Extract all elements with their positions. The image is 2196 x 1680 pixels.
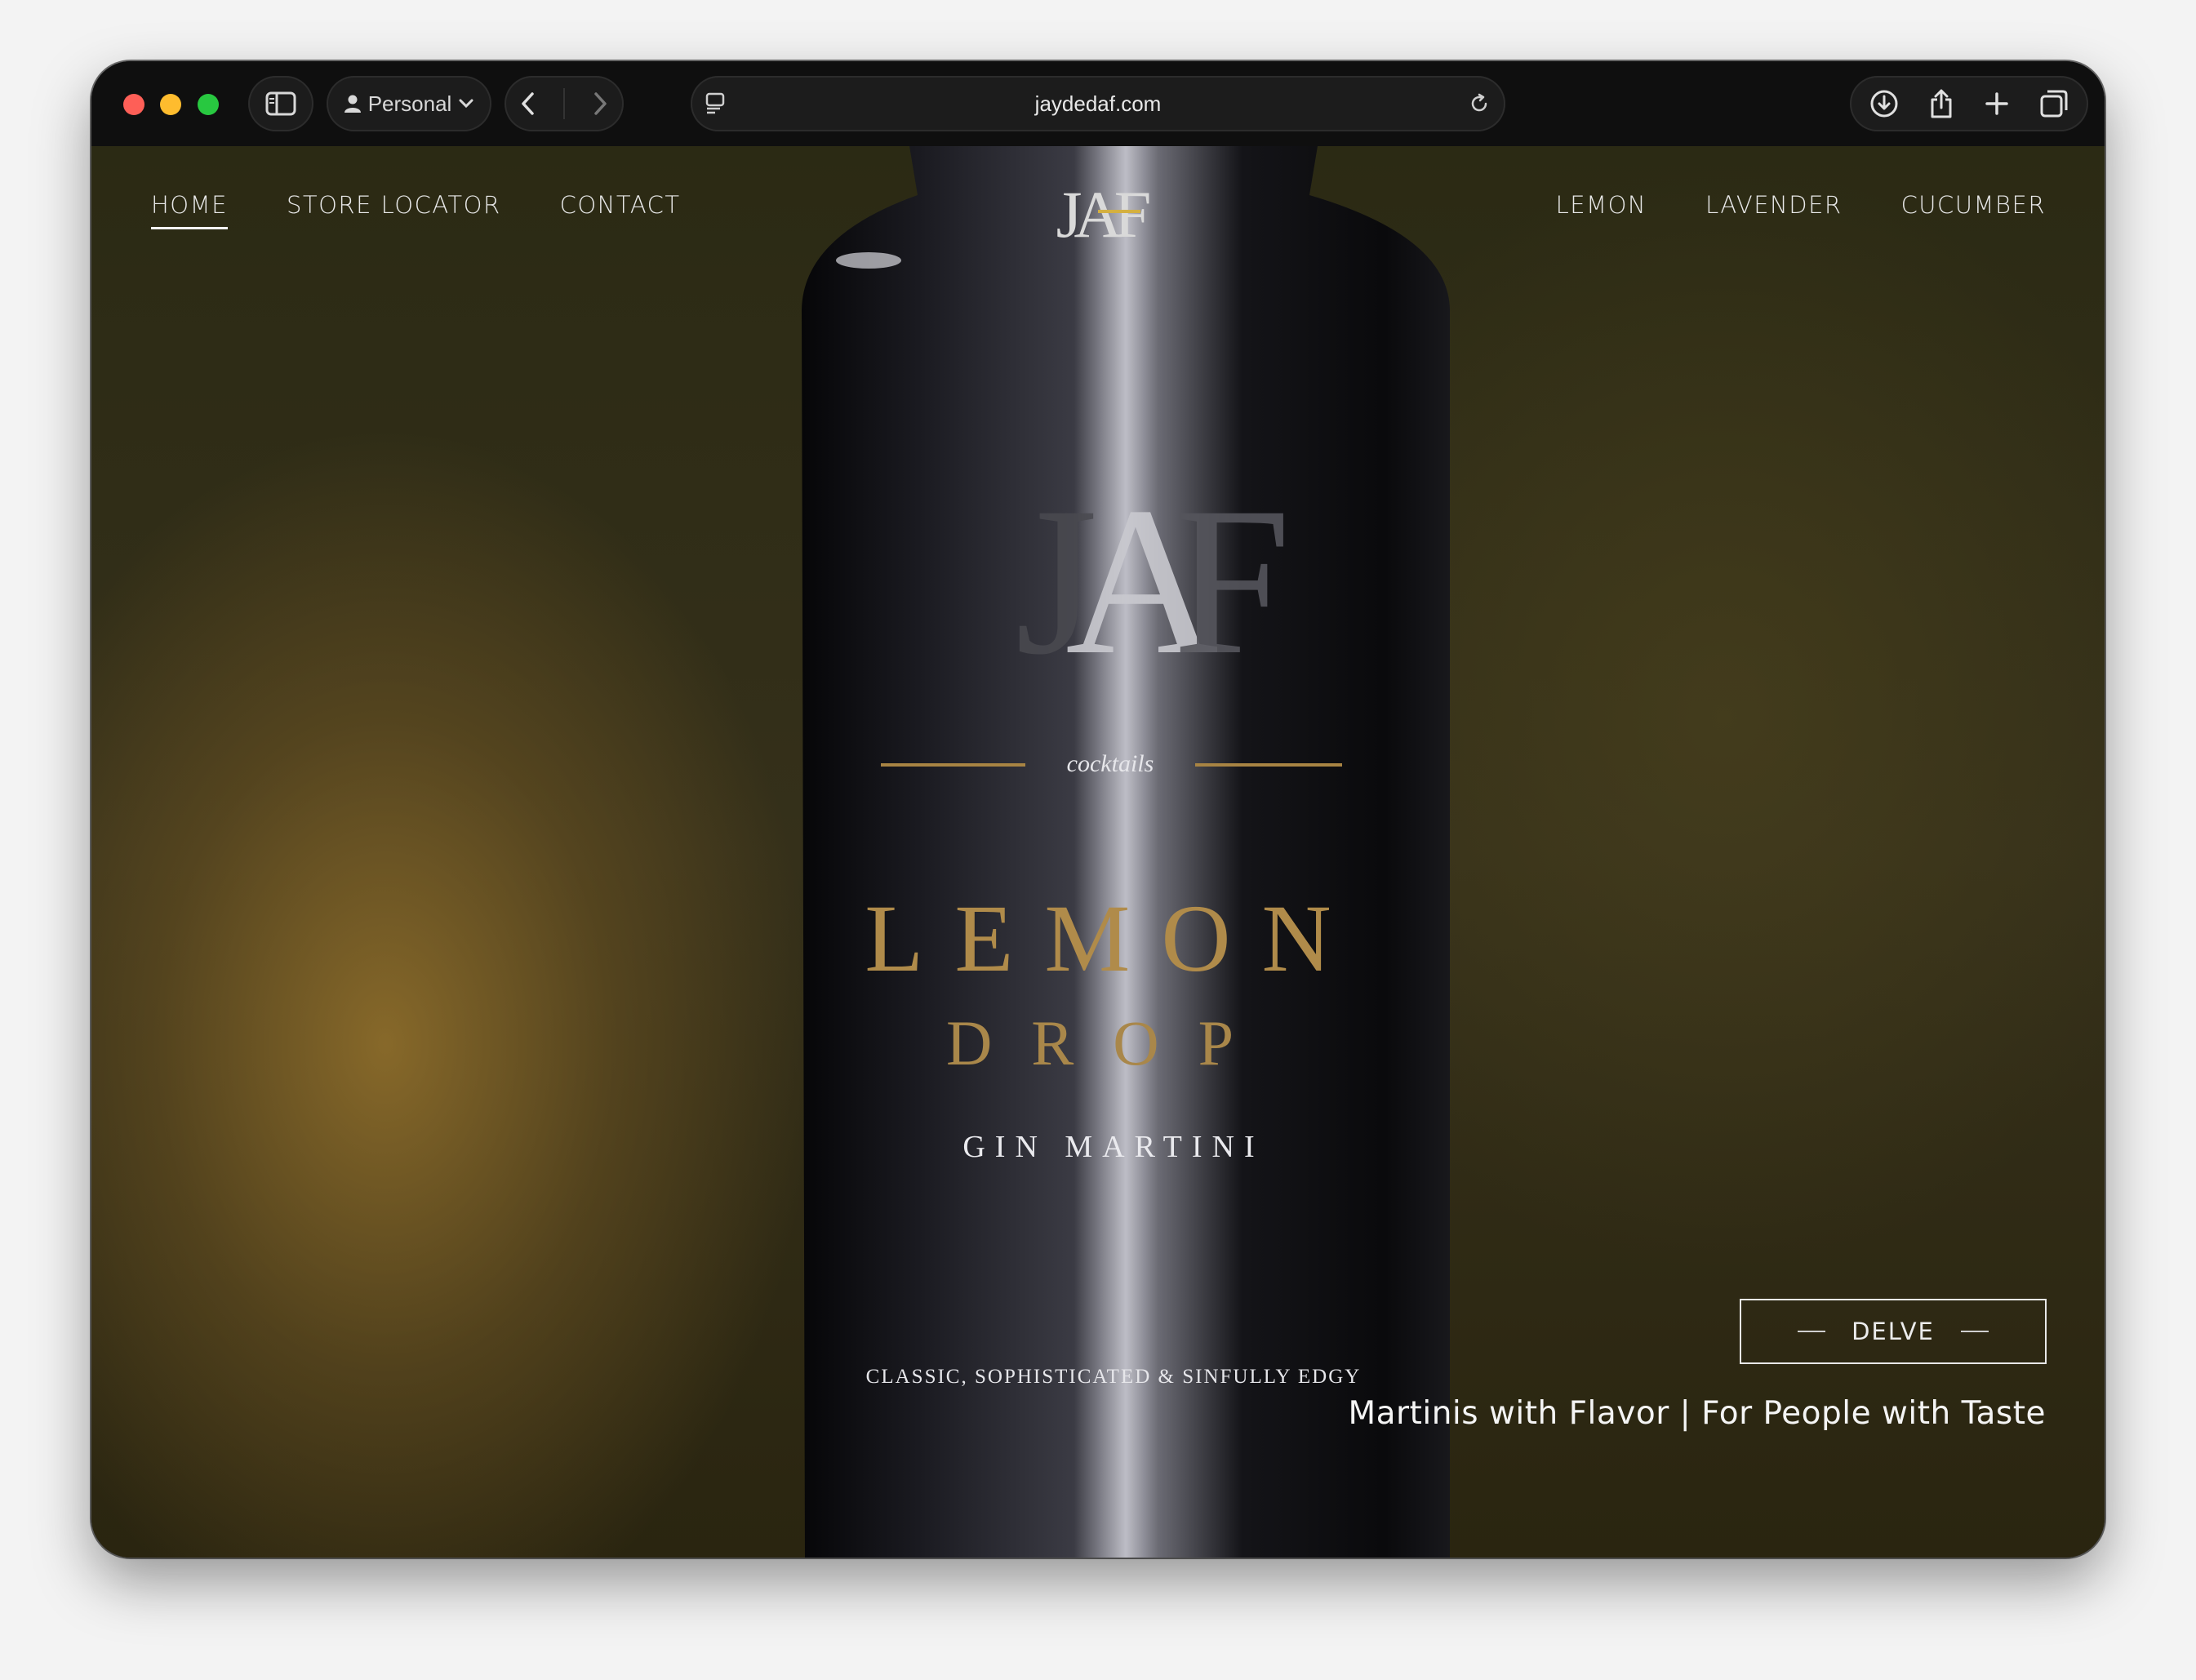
minimize-window-button[interactable] xyxy=(160,94,181,115)
dash-left xyxy=(1798,1331,1826,1332)
sidebar-toggle-button[interactable] xyxy=(248,76,313,131)
plus-icon[interactable] xyxy=(1984,91,2010,117)
nav-divider xyxy=(563,88,565,119)
hero-tagline: Martinis with Flavor | For People with T… xyxy=(1348,1395,2046,1432)
person-icon xyxy=(344,95,361,113)
primary-nav: HOME STORE LOCATOR CONTACT xyxy=(151,191,681,229)
nav-link-cucumber[interactable]: CUCUMBER xyxy=(1901,191,2046,219)
sidebar-icon xyxy=(265,91,296,116)
url-text: jaydedaf.com xyxy=(1034,91,1162,116)
dash-right xyxy=(1960,1331,1989,1332)
svg-text:LEMON: LEMON xyxy=(865,885,1362,992)
nav-link-lemon[interactable]: LEMON xyxy=(1556,191,1647,219)
profile-label: Personal xyxy=(367,91,452,116)
product-bottle-image: J A F cocktails LEMON DROP GIN MARTINI C… xyxy=(802,146,1450,1558)
svg-text:F: F xyxy=(1173,464,1291,699)
close-window-button[interactable] xyxy=(123,94,144,115)
hero-section: J A F cocktails LEMON DROP GIN MARTINI C… xyxy=(91,146,2105,1558)
profile-button[interactable]: Personal xyxy=(327,76,491,131)
address-bar[interactable]: jaydedaf.com xyxy=(691,76,1505,131)
nav-link-contact[interactable]: CONTACT xyxy=(560,191,681,229)
nav-link-home[interactable]: HOME xyxy=(151,191,228,229)
svg-text:cocktails: cocktails xyxy=(1067,750,1154,777)
delve-label: DELVE xyxy=(1851,1318,1935,1345)
svg-text:CLASSIC, SOPHISTICATED & SINFU: CLASSIC, SOPHISTICATED & SINFULLY EDGY xyxy=(866,1366,1362,1388)
nav-link-lavender[interactable]: LAVENDER xyxy=(1705,191,1842,219)
browser-window: Personal jaydedaf.com J A F cocktails LE… xyxy=(91,61,2105,1558)
download-icon[interactable] xyxy=(1869,89,1899,118)
tabs-icon[interactable] xyxy=(2039,89,2069,118)
chevron-down-icon xyxy=(459,99,473,109)
nav-link-store-locator[interactable]: STORE LOCATOR xyxy=(287,191,501,229)
forward-icon[interactable] xyxy=(591,91,609,117)
page-icon xyxy=(705,92,725,114)
flavor-nav: LEMON LAVENDER CUCUMBER xyxy=(1556,191,2046,219)
svg-text:DROP: DROP xyxy=(946,1007,1273,1078)
back-icon[interactable] xyxy=(519,91,537,117)
toolbar-actions xyxy=(1850,76,2088,131)
reload-icon[interactable] xyxy=(1468,92,1491,115)
site-logo[interactable]: JAF xyxy=(1034,173,1165,247)
maximize-window-button[interactable] xyxy=(198,94,219,115)
delve-button[interactable]: DELVE xyxy=(1740,1299,2047,1364)
browser-toolbar: Personal jaydedaf.com xyxy=(91,61,2105,146)
share-icon[interactable] xyxy=(1928,88,1954,119)
svg-text:GIN MARTINI: GIN MARTINI xyxy=(962,1130,1264,1164)
history-nav xyxy=(505,76,624,131)
